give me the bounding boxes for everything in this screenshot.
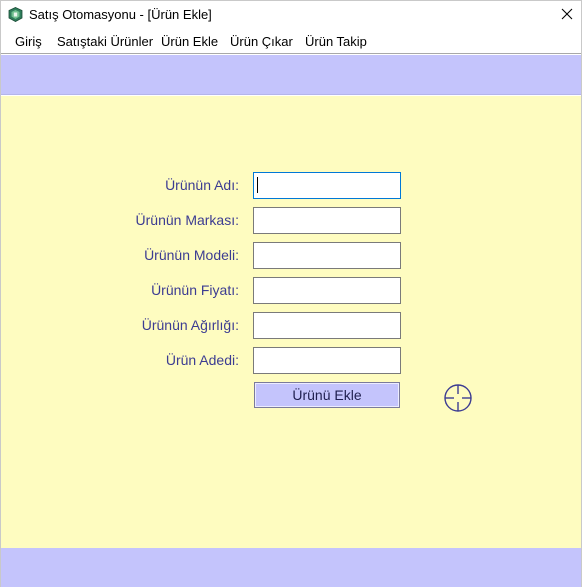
product-quantity-input[interactable] [253,347,401,374]
product-weight-input[interactable] [253,312,401,339]
title-bar[interactable]: Satış Otomasyonu - [Ürün Ekle] [1,1,581,30]
add-product-button[interactable]: Ürünü Ekle [254,382,400,408]
product-weight-label: Ürünün Ağırlığı: [141,317,239,333]
product-brand-input[interactable] [253,207,401,234]
product-model-input[interactable] [253,242,401,269]
product-brand-label: Ürünün Markası: [135,212,239,228]
menu-item-satistaki-urunler[interactable]: Satıştaki Ürünler [57,34,153,49]
add-product-button-label: Ürünü Ekle [292,387,362,403]
product-quantity-label: Ürün Adedi: [165,352,239,368]
menu-item-urun-cikar[interactable]: Ürün Çıkar [230,34,293,49]
product-model-label: Ürünün Modeli: [144,247,239,263]
close-button[interactable] [553,1,581,29]
menu-item-urun-takip[interactable]: Ürün Takip [305,34,367,49]
window-title: Satış Otomasyonu - [Ürün Ekle] [29,7,212,22]
product-price-input[interactable] [253,277,401,304]
menu-item-urun-ekle[interactable]: Ürün Ekle [161,34,218,49]
product-name-label: Ürünün Adı: [165,177,239,193]
text-caret [257,177,258,193]
product-name-input[interactable] [253,172,401,199]
crosshair-icon [443,383,473,413]
menu-item-giris[interactable]: Giriş [15,34,42,49]
app-window: Satış Otomasyonu - [Ürün Ekle] Giriş Sat… [0,0,582,587]
product-price-label: Ürünün Fiyatı: [151,282,239,298]
header-band [1,55,581,95]
footer-band [1,548,581,587]
menu-bar: Giriş Satıştaki Ürünler Ürün Ekle Ürün Ç… [1,30,581,54]
app-shield-icon [8,7,23,22]
close-icon [561,8,573,23]
